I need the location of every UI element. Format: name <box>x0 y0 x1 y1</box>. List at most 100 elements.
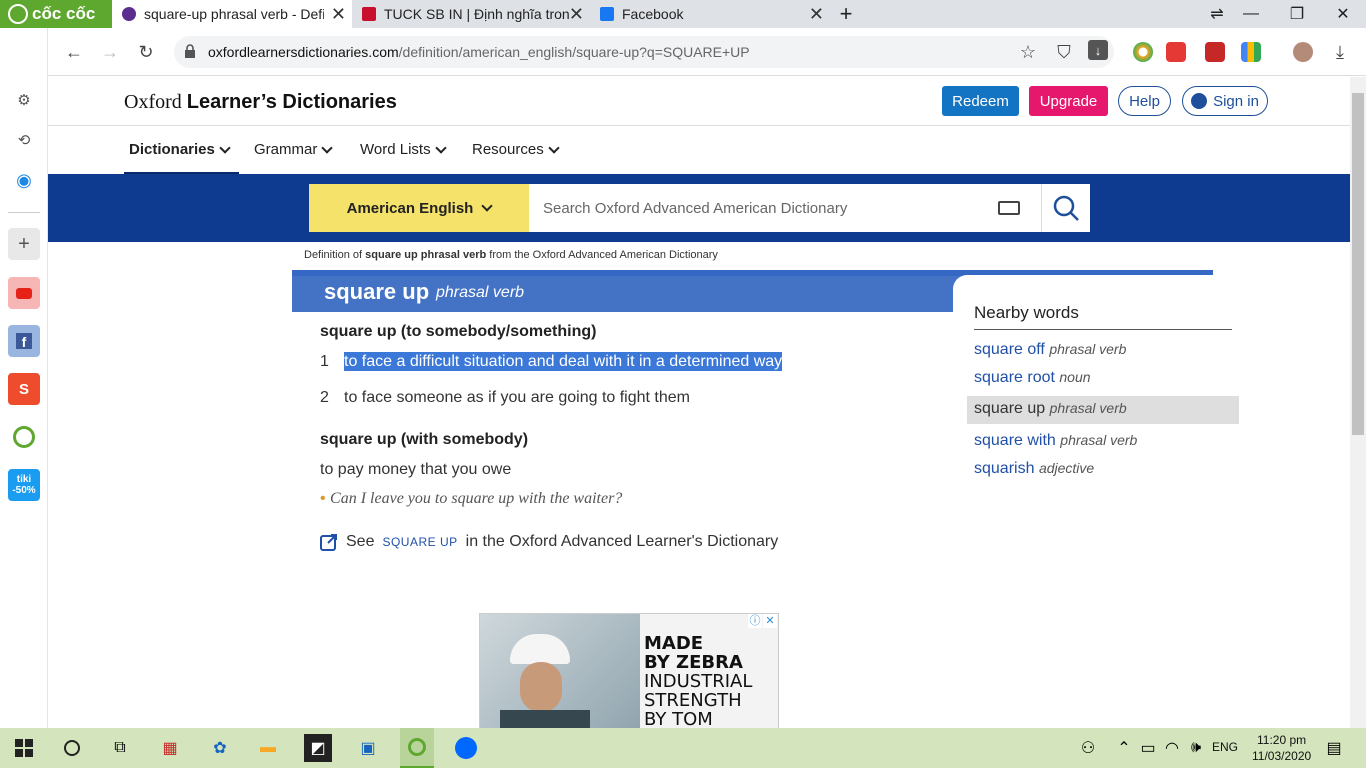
facebook-icon[interactable]: f <box>8 325 40 357</box>
extension-red-icon[interactable] <box>1205 42 1225 62</box>
profile-avatar[interactable] <box>1293 42 1313 62</box>
reload-button[interactable]: ↻ <box>134 40 158 64</box>
history-icon[interactable]: ⟲ <box>8 124 40 156</box>
sense-group-heading: square up (with somebody) <box>320 431 529 448</box>
page-scrollbar[interactable] <box>1350 77 1366 728</box>
coccoc-logo-icon <box>8 4 28 24</box>
tab-tuck-sb-in[interactable]: TUCK SB IN | Định nghĩa trong ✕ <box>352 0 590 28</box>
sidebar-divider <box>8 212 40 213</box>
close-window-button[interactable]: ✕ <box>1320 0 1366 28</box>
app-icon[interactable]: ◩ <box>304 734 332 762</box>
windows-start-icon[interactable] <box>10 734 38 762</box>
lock-icon <box>185 44 195 58</box>
ad-text: MADE BY ZEBRA INDUSTRIAL STRENGTH BY TOM <box>644 633 753 728</box>
address-bar[interactable]: oxfordlearnersdictionaries.com/definitio… <box>174 36 1114 68</box>
browser-sidebar: ⚙ ⟲ ◉ + f S tiki -50% <box>0 28 48 728</box>
close-tab-icon[interactable]: ✕ <box>809 4 824 25</box>
chevron-down-icon <box>219 141 231 154</box>
scrollbar-thumb[interactable] <box>1352 93 1364 435</box>
sense-group-heading: square up (to somebody/something) <box>320 323 597 340</box>
nearby-divider <box>974 329 1232 330</box>
see-also-link[interactable]: See SQUARE UP in the Oxford Advanced Lea… <box>320 533 778 551</box>
zalo-icon[interactable] <box>452 734 480 762</box>
back-button[interactable]: ← <box>62 40 86 64</box>
chevron-down-icon <box>321 141 334 154</box>
nearby-item[interactable]: square with phrasal verb <box>974 432 1137 450</box>
search-button[interactable] <box>1041 184 1090 232</box>
nav-dictionaries[interactable]: Dictionaries <box>129 141 231 158</box>
sign-in-button[interactable]: Sign in <box>1182 86 1268 116</box>
clock[interactable]: 11:20 pm 11/03/2020 <box>1252 732 1311 764</box>
hard-hat-icon <box>510 634 570 664</box>
shopee-icon[interactable]: S <box>8 373 40 405</box>
tab-facebook[interactable]: Facebook ✕ <box>590 0 830 28</box>
url-text: oxfordlearnersdictionaries.com/definitio… <box>208 44 750 60</box>
search-band: American English <box>48 174 1350 242</box>
nav-resources[interactable]: Resources <box>472 141 560 158</box>
task-view-icon[interactable]: ⧉ <box>106 734 134 762</box>
extension-coccoc-icon[interactable] <box>1133 42 1153 62</box>
user-icon <box>1191 93 1208 109</box>
bookmark-star-icon[interactable]: ☆ <box>1016 40 1040 64</box>
browser-toolbar: ▣ ← → ↻ oxfordlearnersdictionaries.com/d… <box>0 28 1366 76</box>
tab-bar: cốc cốc square-up phrasal verb - Defi ✕ … <box>0 0 1366 28</box>
app-icon[interactable]: ▣ <box>354 734 382 762</box>
shield-icon[interactable]: ⛉ <box>1052 40 1076 64</box>
volume-icon[interactable]: 🕪 <box>1182 734 1210 762</box>
file-explorer-icon[interactable]: ▬ <box>254 734 282 762</box>
ad-close-icon[interactable]: ✕ <box>763 614 777 628</box>
close-tab-icon[interactable]: ✕ <box>331 4 346 25</box>
nearby-item[interactable]: square root noun <box>974 369 1091 387</box>
extension-new-icon[interactable] <box>1166 42 1186 62</box>
youtube-icon[interactable] <box>8 277 40 309</box>
download-video-icon[interactable]: ↓ <box>1088 40 1108 60</box>
settings-gear-icon[interactable]: ⚙ <box>8 84 40 116</box>
adchoices-icon[interactable]: ⓘ <box>748 614 762 628</box>
chevron-down-icon <box>434 141 447 154</box>
downloads-icon[interactable]: ⤓ <box>1328 40 1352 64</box>
chevron-down-icon <box>548 141 560 154</box>
coccoc-leaf-icon[interactable] <box>8 421 40 453</box>
page-content: Oxford Learner’s Dictionaries Redeem Upg… <box>48 77 1350 728</box>
messenger-icon[interactable]: ◉ <box>8 164 40 196</box>
close-tab-icon[interactable]: ✕ <box>569 4 584 25</box>
help-button[interactable]: Help <box>1118 86 1171 116</box>
site-logo[interactable]: Oxford Learner’s Dictionaries <box>124 91 397 114</box>
search-circle-icon[interactable] <box>58 734 86 762</box>
keyboard-icon[interactable] <box>998 201 1020 215</box>
advertisement[interactable]: MADE BY ZEBRA INDUSTRIAL STRENGTH BY TOM… <box>479 613 779 728</box>
cambridge-favicon-icon <box>362 7 376 21</box>
minimize-button[interactable]: — <box>1228 0 1274 28</box>
shirt-shape <box>500 710 590 728</box>
new-tab-button[interactable]: + <box>830 0 862 28</box>
chevron-down-icon <box>481 200 494 212</box>
nearby-item[interactable]: square off phrasal verb <box>974 341 1126 359</box>
nav-word-lists[interactable]: Word Lists <box>360 141 447 158</box>
upgrade-button[interactable]: Upgrade <box>1029 86 1108 116</box>
redeem-button[interactable]: Redeem <box>942 86 1019 116</box>
dictionary-select[interactable]: American English <box>309 184 529 232</box>
search-input[interactable] <box>529 184 989 232</box>
tab-square-up[interactable]: square-up phrasal verb - Defi ✕ <box>112 0 352 28</box>
add-sidebar-item-button[interactable]: + <box>8 228 40 260</box>
headword: square up <box>324 279 430 304</box>
breadcrumb: Definition of square up phrasal verb fro… <box>304 249 718 261</box>
nearby-item[interactable]: squarish adjective <box>974 460 1094 478</box>
app-icon[interactable]: ✿ <box>206 734 234 762</box>
nearby-title: Nearby words <box>974 303 1079 322</box>
tiki-icon[interactable]: tiki -50% <box>8 469 40 501</box>
notifications-icon[interactable]: ▤ <box>1320 734 1348 762</box>
search-box <box>529 184 1041 232</box>
extension-color-icon[interactable] <box>1241 42 1261 62</box>
app-icon[interactable]: ▦ <box>156 734 184 762</box>
input-language[interactable]: ENG <box>1212 740 1238 754</box>
nav-grammar[interactable]: Grammar <box>254 141 334 158</box>
people-icon[interactable]: ⚇ <box>1074 734 1102 762</box>
maximize-button[interactable]: ❐ <box>1274 0 1320 28</box>
nearby-item-current[interactable]: square up phrasal verb <box>967 396 1239 424</box>
coccoc-taskbar-icon[interactable] <box>400 728 434 768</box>
coccoc-menu-button[interactable]: cốc cốc <box>0 0 112 28</box>
forward-button[interactable]: → <box>98 40 122 64</box>
windows-taskbar: ⧉ ▦ ✿ ▬ ◩ ▣ ⚇ ⌃ ▭ ◠ 🕪 ENG 11:20 pm 11/03/… <box>0 728 1366 768</box>
definition-text: to face a difficult situation and deal w… <box>344 352 783 371</box>
